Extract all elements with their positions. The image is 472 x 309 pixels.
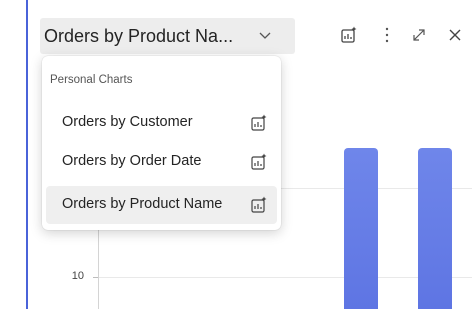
y-tick-mark <box>93 277 98 278</box>
chart-list-dropdown: Personal Charts Orders by Customer Order… <box>42 56 281 230</box>
expand-icon[interactable] <box>408 24 430 46</box>
menu-item-orders-by-customer[interactable]: Orders by Customer <box>46 104 277 142</box>
chart-bar[interactable] <box>418 148 452 309</box>
menu-item-orders-by-order-date[interactable]: Orders by Order Date <box>46 143 277 181</box>
chart-sparkle-icon <box>249 152 269 172</box>
chart-sparkle-icon <box>249 113 269 133</box>
more-options-icon[interactable] <box>376 24 398 46</box>
close-icon[interactable] <box>444 24 466 46</box>
group-header: Personal Charts <box>50 74 133 86</box>
chart-selector-label: Orders by Product Na... <box>44 25 234 46</box>
menu-item-label: Orders by Customer <box>62 114 193 130</box>
menu-item-label: Orders by Product Name <box>62 196 223 212</box>
y-tick-label: 10 <box>71 270 84 282</box>
new-chart-icon[interactable] <box>338 24 360 46</box>
chart-sparkle-icon <box>249 195 269 215</box>
chart-selector-dropdown[interactable]: Orders by Product Na... <box>40 18 295 54</box>
gridline <box>99 277 472 278</box>
chart-bar[interactable] <box>344 148 378 309</box>
menu-item-label: Orders by Order Date <box>62 153 202 169</box>
menu-item-orders-by-product-name[interactable]: Orders by Product Name <box>46 186 277 224</box>
chevron-down-icon <box>258 28 272 42</box>
